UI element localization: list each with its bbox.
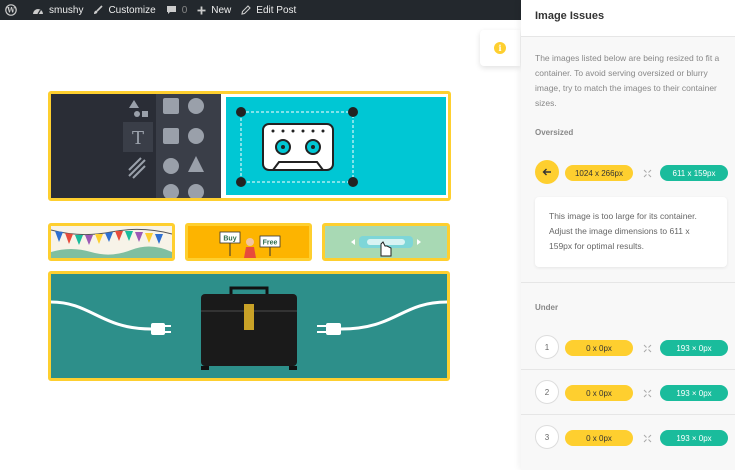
- arrow-left-icon: [542, 168, 551, 176]
- under-row-1[interactable]: 1 0 x 0px 193 × 0px: [521, 335, 735, 361]
- container-size-chip: 193 × 0px: [660, 430, 728, 446]
- under-section-label: Under: [535, 303, 559, 312]
- hero-image[interactable]: T: [48, 91, 451, 201]
- buy-free-image[interactable]: Buy Free: [185, 223, 312, 261]
- pencil-icon: [241, 5, 252, 15]
- oversized-message: This image is too large for its containe…: [535, 197, 727, 267]
- panel-description: The images listed below are being resize…: [535, 53, 720, 108]
- customize-link[interactable]: Customize: [88, 0, 160, 20]
- resize-icon: [642, 168, 652, 178]
- container-size-chip: 193 × 0px: [660, 385, 728, 401]
- briefcase-image[interactable]: [48, 271, 450, 381]
- wordpress-icon: W: [5, 4, 17, 16]
- comment-icon: [166, 6, 176, 14]
- site-name-link[interactable]: smushy: [27, 0, 88, 20]
- resize-icon: [642, 388, 652, 398]
- under-row-2[interactable]: 2 0 x 0px 193 × 0px: [521, 380, 735, 406]
- info-icon: i: [494, 42, 506, 54]
- bunting-illustration: [51, 226, 172, 258]
- svg-text:W: W: [6, 6, 15, 15]
- slider-image[interactable]: [322, 223, 450, 261]
- back-arrow-button[interactable]: [535, 160, 559, 184]
- paintbrush-icon: [94, 5, 104, 14]
- image-issues-panel: Image Issues The images listed below are…: [521, 0, 735, 470]
- oversized-row[interactable]: 1024 x 266px 611 x 159px: [521, 160, 735, 186]
- new-content-link[interactable]: New: [192, 0, 236, 20]
- buy-sign-text: Buy: [223, 236, 236, 243]
- plus-icon: [197, 6, 206, 14]
- hero-illustration: T: [51, 94, 446, 198]
- free-sign-text: Free: [263, 240, 278, 247]
- app-root: W smushy Customize 0 New Edit Post T Buy…: [0, 0, 735, 470]
- comments-count: 0: [181, 4, 188, 16]
- row-divider: [521, 369, 735, 370]
- image-issues-toggle[interactable]: i: [480, 30, 520, 66]
- image-size-chip: 0 x 0px: [565, 340, 633, 356]
- slider-illustration: [325, 226, 447, 258]
- row-divider: [521, 414, 735, 415]
- panel-title: Image Issues: [521, 0, 735, 37]
- site-name-label: smushy: [49, 4, 84, 16]
- edit-post-label: Edit Post: [256, 4, 297, 16]
- edit-post-link[interactable]: Edit Post: [236, 0, 301, 20]
- dashboard-icon: [33, 9, 43, 15]
- image-size-chip: 1024 x 266px: [565, 165, 633, 181]
- bunting-image[interactable]: [48, 223, 175, 261]
- buy-free-illustration: Buy Free: [188, 226, 309, 258]
- resize-icon: [642, 343, 652, 353]
- row-number: 2: [535, 380, 559, 404]
- row-number: 3: [535, 425, 559, 449]
- wordpress-logo-button[interactable]: W: [0, 0, 27, 20]
- resize-icon: [642, 433, 652, 443]
- oversized-section-label: Oversized: [535, 128, 574, 137]
- customize-label: Customize: [108, 4, 156, 16]
- briefcase-illustration: [51, 274, 447, 378]
- container-size-chip: 193 × 0px: [660, 340, 728, 356]
- row-number: 1: [535, 335, 559, 359]
- new-label: New: [211, 4, 232, 16]
- svg-text:T: T: [132, 128, 144, 149]
- comments-link[interactable]: 0: [161, 0, 193, 20]
- section-divider: [521, 282, 735, 283]
- under-row-3[interactable]: 3 0 x 0px 193 × 0px: [521, 425, 735, 451]
- container-size-chip: 611 x 159px: [660, 165, 728, 181]
- image-size-chip: 0 x 0px: [565, 430, 633, 446]
- image-size-chip: 0 x 0px: [565, 385, 633, 401]
